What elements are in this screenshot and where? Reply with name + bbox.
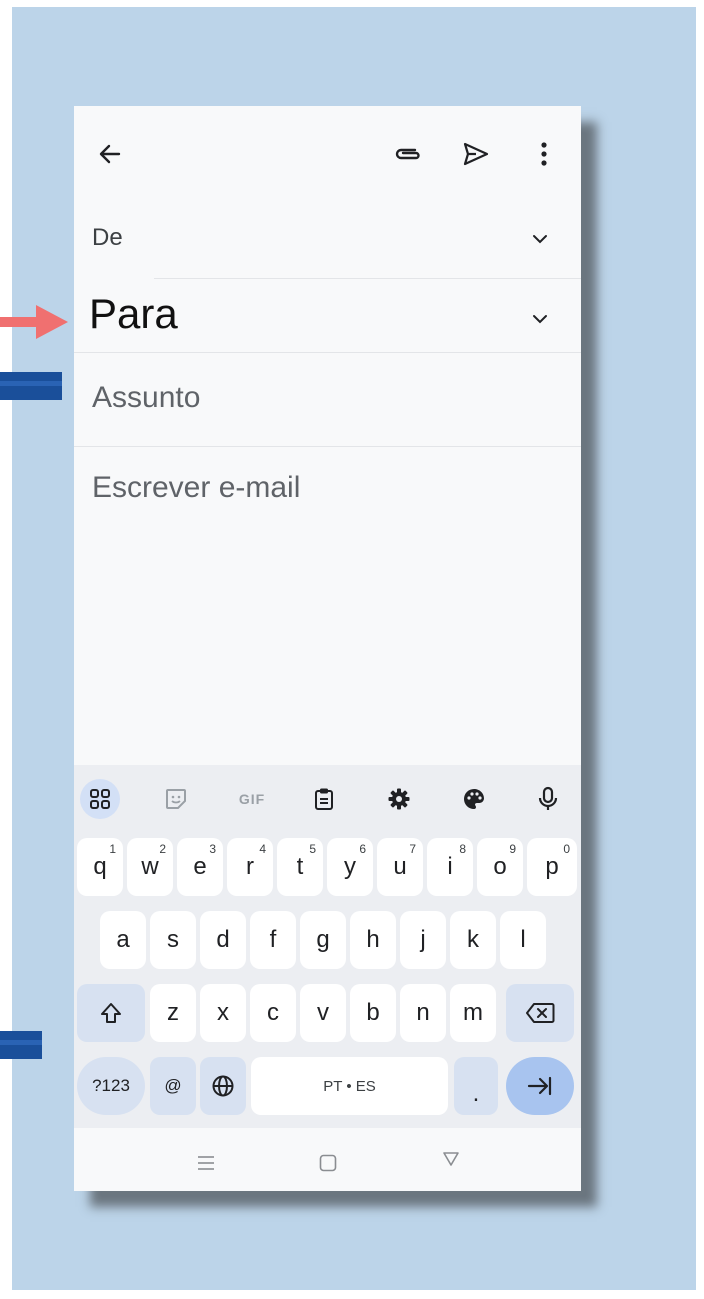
space-key[interactable]: PT • ES bbox=[251, 1057, 448, 1115]
key-a[interactable]: a bbox=[100, 911, 146, 969]
system-navbar bbox=[74, 1128, 581, 1191]
back-triangle-icon[interactable] bbox=[431, 1144, 471, 1174]
key-j[interactable]: j bbox=[400, 911, 446, 969]
symbols-key[interactable]: ?123 bbox=[77, 1057, 145, 1115]
chevron-down-icon[interactable] bbox=[532, 314, 548, 324]
key-u[interactable]: u7 bbox=[377, 838, 423, 896]
key-period[interactable]: . bbox=[454, 1057, 498, 1115]
key-c[interactable]: c bbox=[250, 984, 296, 1042]
key-w[interactable]: w2 bbox=[127, 838, 173, 896]
from-field[interactable]: De bbox=[74, 202, 581, 278]
clipboard-icon[interactable] bbox=[304, 779, 344, 819]
key-p[interactable]: p0 bbox=[527, 838, 577, 896]
key-t[interactable]: t5 bbox=[277, 838, 323, 896]
globe-icon[interactable] bbox=[200, 1057, 246, 1115]
decorative-bar bbox=[0, 1031, 42, 1059]
key-y[interactable]: y6 bbox=[327, 838, 373, 896]
key-n[interactable]: n bbox=[400, 984, 446, 1042]
key-g[interactable]: g bbox=[300, 911, 346, 969]
key-i[interactable]: i8 bbox=[427, 838, 473, 896]
sticker-icon[interactable] bbox=[156, 779, 196, 819]
from-label: De bbox=[92, 224, 123, 251]
more-vertical-icon[interactable] bbox=[524, 134, 564, 174]
body-input[interactable]: Escrever e-mail bbox=[74, 447, 581, 763]
backspace-icon[interactable] bbox=[506, 984, 574, 1042]
subject-placeholder: Assunto bbox=[92, 381, 201, 414]
key-m[interactable]: m bbox=[450, 984, 496, 1042]
key-b[interactable]: b bbox=[350, 984, 396, 1042]
key-o[interactable]: o9 bbox=[477, 838, 523, 896]
to-label: Para bbox=[89, 290, 178, 337]
phone-screen: De Para Assunto Escrever e-mail GIF q 1 … bbox=[74, 106, 581, 1191]
to-field[interactable]: Para bbox=[74, 278, 581, 352]
apps-grid-icon[interactable] bbox=[80, 779, 120, 819]
key-d[interactable]: d bbox=[200, 911, 246, 969]
pointer-arrow-icon bbox=[0, 305, 68, 339]
home-icon[interactable] bbox=[308, 1148, 348, 1178]
key-k[interactable]: k bbox=[450, 911, 496, 969]
key-q[interactable]: q1 bbox=[77, 838, 123, 896]
decorative-bar bbox=[0, 372, 62, 400]
key-s[interactable]: s bbox=[150, 911, 196, 969]
key-e[interactable]: e3 bbox=[177, 838, 223, 896]
key-l[interactable]: l bbox=[500, 911, 546, 969]
arrow-left-icon[interactable] bbox=[90, 134, 130, 174]
tab-right-icon[interactable] bbox=[506, 1057, 574, 1115]
paperclip-icon[interactable] bbox=[388, 134, 428, 174]
key-at[interactable]: @ bbox=[150, 1057, 196, 1115]
palette-icon[interactable] bbox=[454, 779, 494, 819]
chevron-down-icon[interactable] bbox=[532, 234, 548, 244]
key-r[interactable]: r4 bbox=[227, 838, 273, 896]
recent-apps-icon[interactable] bbox=[186, 1148, 226, 1178]
key-z[interactable]: z bbox=[150, 984, 196, 1042]
settings-icon[interactable] bbox=[379, 779, 419, 819]
compose-toolbar bbox=[74, 106, 581, 202]
key-h[interactable]: h bbox=[350, 911, 396, 969]
keyboard-toolbar: GIF bbox=[74, 765, 581, 835]
key-f[interactable]: f bbox=[250, 911, 296, 969]
key-v[interactable]: v bbox=[300, 984, 346, 1042]
body-placeholder: Escrever e-mail bbox=[92, 471, 301, 504]
subject-input[interactable]: Assunto bbox=[74, 353, 581, 446]
gif-button[interactable]: GIF bbox=[230, 779, 274, 819]
shift-icon[interactable] bbox=[77, 984, 145, 1042]
send-icon[interactable] bbox=[456, 134, 496, 174]
microphone-icon[interactable] bbox=[528, 779, 568, 819]
key-x[interactable]: x bbox=[200, 984, 246, 1042]
